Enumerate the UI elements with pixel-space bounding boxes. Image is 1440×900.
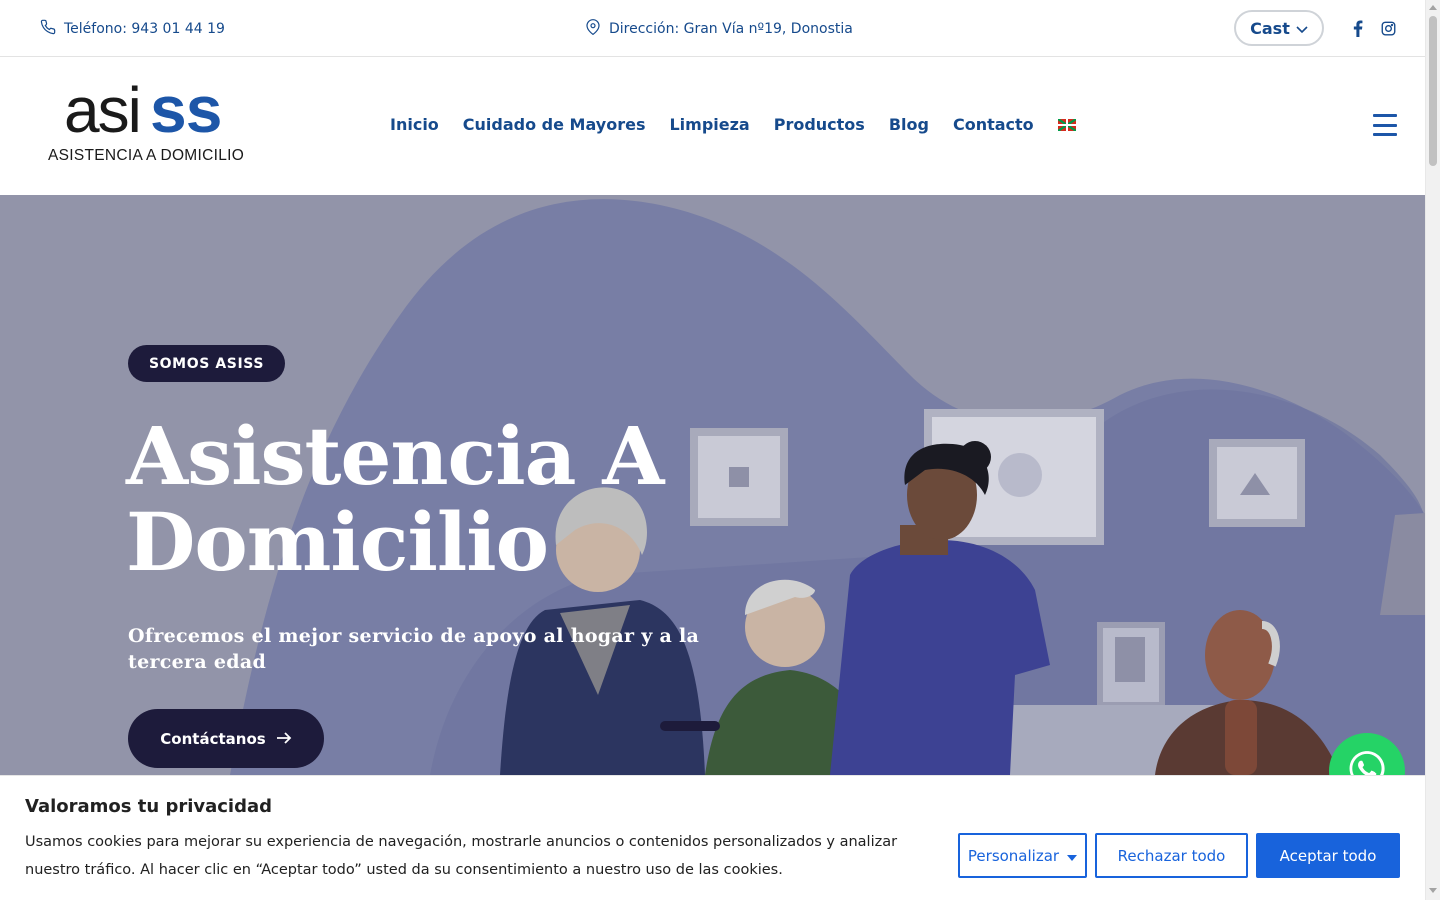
instagram-icon[interactable]	[1378, 18, 1398, 38]
hero-title-line-2: Domicilio	[126, 495, 549, 589]
language-selector[interactable]: Cast	[1234, 10, 1324, 46]
contact-cta-button[interactable]: Contáctanos	[128, 709, 324, 768]
cta-label: Contáctanos	[160, 729, 266, 748]
nav-item-limpieza[interactable]: Limpieza	[669, 115, 749, 134]
scrollbar-thumb[interactable]	[1429, 16, 1437, 166]
nav-item-cuidado-de-mayores[interactable]: Cuidado de Mayores	[463, 115, 646, 134]
hero-subtitle: Ofrecemos el mejor servicio de apoyo al …	[128, 625, 700, 673]
page-scrollbar[interactable]	[1425, 0, 1440, 900]
scroll-up-arrow-icon[interactable]	[1429, 5, 1437, 10]
logo-text-asi: asi	[64, 74, 142, 146]
customize-label: Personalizar	[967, 846, 1060, 865]
hero-badge: SOMOS ASISS	[128, 345, 286, 382]
address-contact[interactable]: Dirección: Gran Vía nº19, Donostia	[585, 19, 853, 39]
chevron-down-icon	[1296, 19, 1308, 38]
facebook-icon[interactable]	[1348, 18, 1368, 38]
hamburger-menu-icon[interactable]	[1373, 114, 1397, 136]
nav-item-productos[interactable]: Productos	[774, 115, 865, 134]
phone-contact[interactable]: Teléfono: 943 01 44 19	[40, 19, 225, 39]
language-label: Cast	[1250, 18, 1290, 38]
nav-item-contacto[interactable]: Contacto	[953, 115, 1034, 134]
scroll-down-arrow-icon[interactable]	[1429, 888, 1437, 893]
cookie-description: Usamos cookies para mejorar su experienc…	[25, 834, 898, 878]
location-pin-icon	[585, 19, 601, 39]
address-text: Dirección: Gran Vía nº19, Donostia	[609, 21, 853, 37]
site-header: asi ss ASISTENCIA A DOMICILIO Inicio Cui…	[0, 57, 1425, 195]
arrow-right-icon	[276, 730, 292, 748]
hero-section: SOMOS ASISS Asistencia A Domicilio Ofrec…	[0, 195, 1425, 775]
site-logo[interactable]: asi ss ASISTENCIA A DOMICILIO	[48, 72, 248, 167]
phone-text: Teléfono: 943 01 44 19	[64, 21, 225, 37]
top-bar: Teléfono: 943 01 44 19 Dirección: Gran V…	[0, 0, 1425, 57]
nav-item-blog[interactable]: Blog	[889, 115, 929, 134]
caret-down-icon	[1067, 847, 1078, 865]
phone-icon	[40, 19, 56, 39]
reject-all-button[interactable]: Rechazar todo	[1095, 833, 1248, 878]
logo-subtitle: ASISTENCIA A DOMICILIO	[48, 147, 245, 164]
hero-title-line-1: Asistencia A	[126, 409, 664, 503]
nav-item-inicio[interactable]: Inicio	[390, 115, 439, 134]
hero-title: Asistencia A Domicilio	[126, 413, 826, 585]
logo-text-ss: ss	[150, 72, 222, 146]
cookie-title: Valoramos tu privacidad	[25, 796, 273, 817]
customize-cookies-button[interactable]: Personalizar	[958, 833, 1087, 878]
accept-all-button[interactable]: Aceptar todo	[1256, 833, 1400, 878]
basque-flag-icon[interactable]	[1057, 118, 1076, 131]
main-nav: Inicio Cuidado de Mayores Limpieza Produ…	[390, 115, 1076, 134]
cookie-consent-banner: Valoramos tu privacidad Usamos cookies p…	[0, 775, 1425, 900]
